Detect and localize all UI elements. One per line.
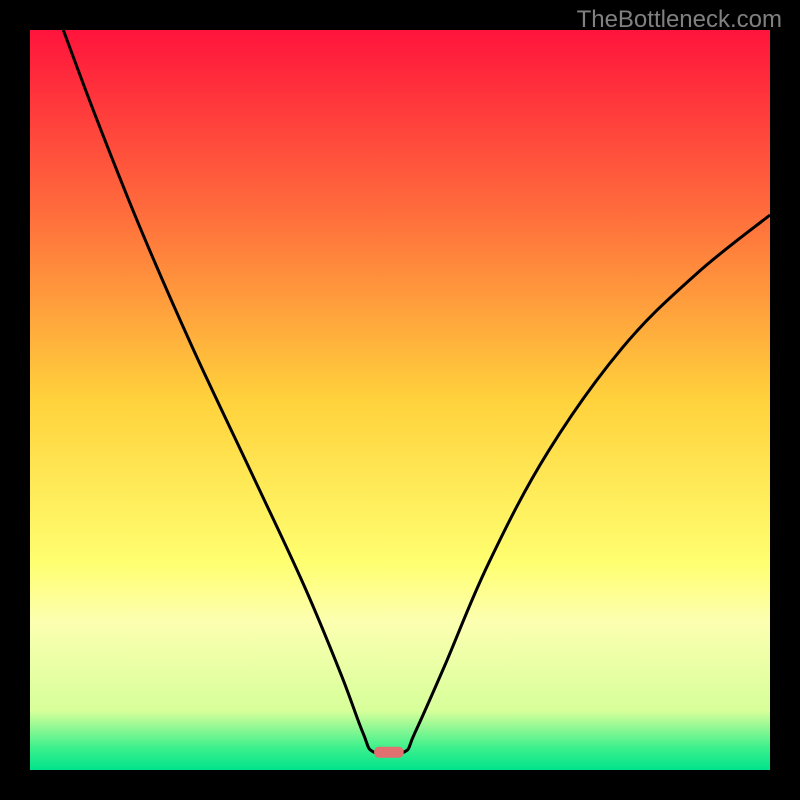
chart-background (30, 30, 770, 770)
optimum-marker (374, 747, 404, 758)
watermark-text: TheBottleneck.com (577, 6, 782, 34)
chart-plot-area (30, 30, 770, 770)
chart-svg (30, 30, 770, 770)
